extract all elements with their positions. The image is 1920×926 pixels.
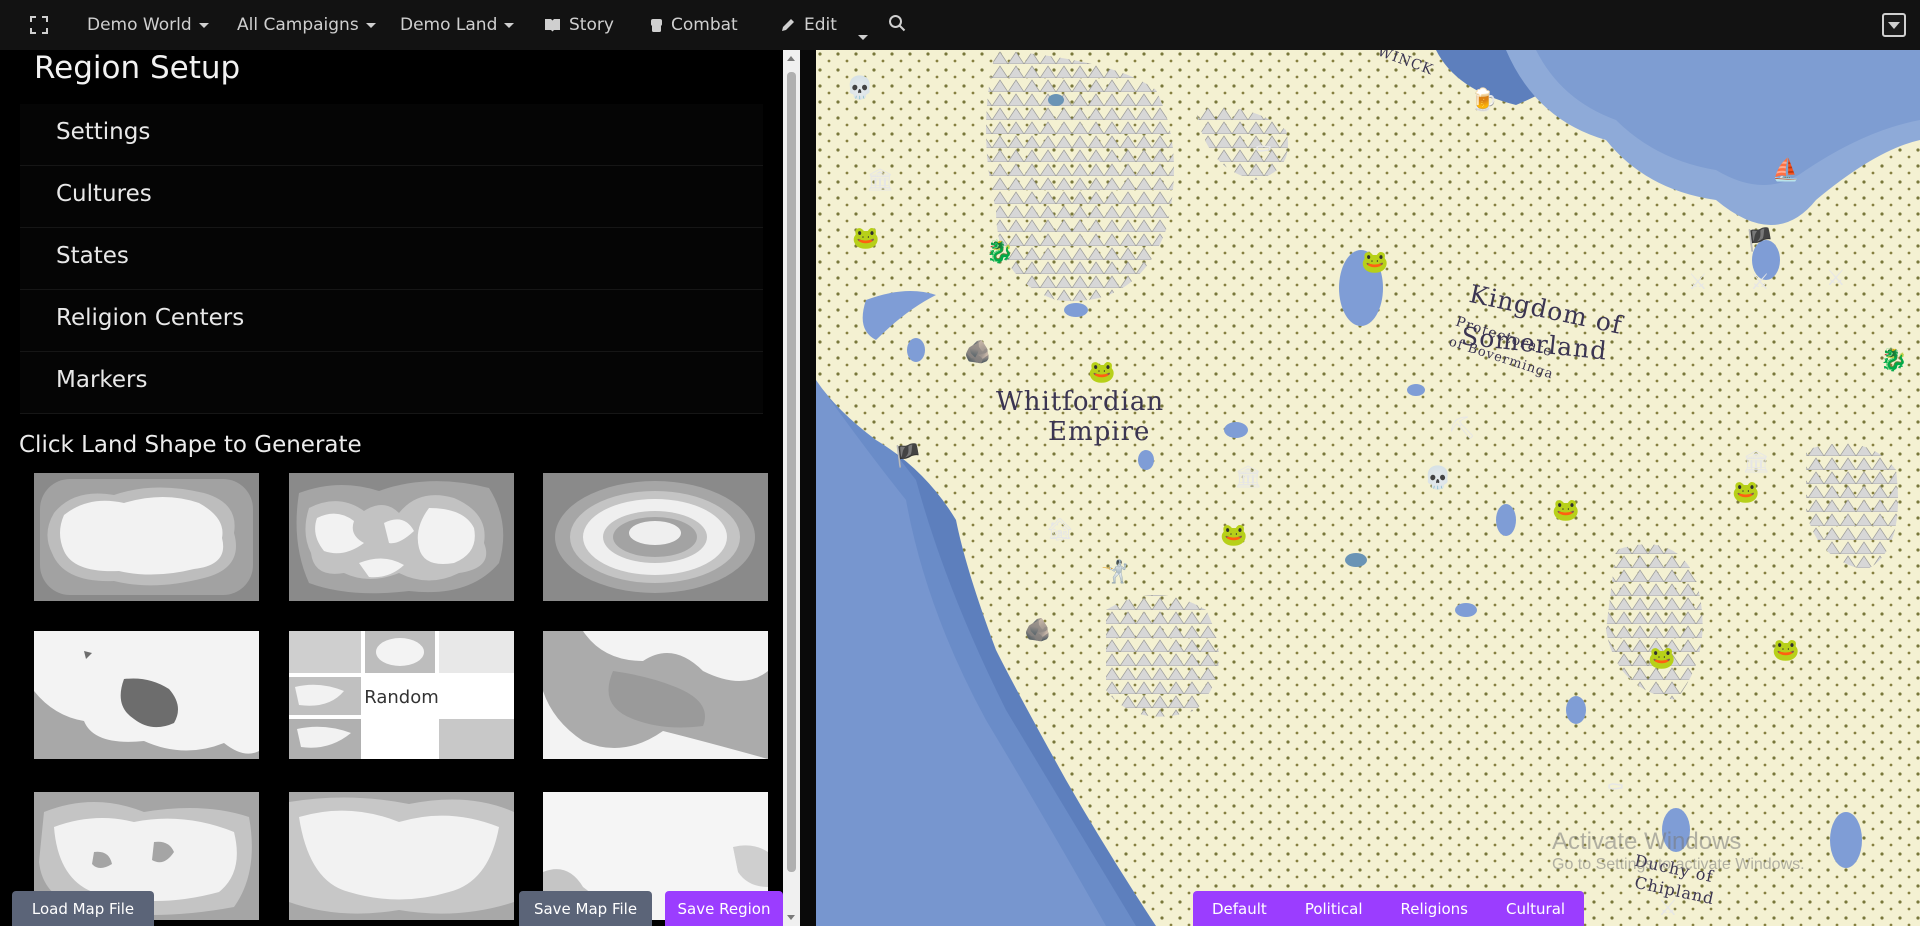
windows-activation-watermark: Activate Windows Go to Settings to activ… bbox=[1552, 828, 1805, 874]
scroll-thumb[interactable] bbox=[787, 72, 796, 872]
watermark-line2: Go to Settings to activate Windows. bbox=[1552, 856, 1805, 873]
save-map-file-button[interactable]: Save Map File bbox=[519, 891, 652, 926]
goblin-marker-icon[interactable]: 🐸 bbox=[1648, 648, 1675, 670]
goblin-marker-icon[interactable]: 🐸 bbox=[1732, 482, 1759, 504]
map-layer-toggle: Default Political Religions Cultural bbox=[1193, 891, 1585, 926]
land-dropdown-label: Demo Land bbox=[400, 15, 498, 35]
layer-default-button[interactable]: Default bbox=[1193, 891, 1286, 926]
accordion-label: Cultures bbox=[56, 181, 152, 207]
land-shape-atoll[interactable] bbox=[543, 473, 768, 601]
crossed-swords-marker-icon[interactable]: ⚔ bbox=[1750, 272, 1770, 294]
pencil-icon bbox=[780, 17, 796, 33]
split-divider[interactable] bbox=[800, 50, 816, 926]
generate-heading: Click Land Shape to Generate bbox=[19, 432, 362, 458]
combat-link[interactable]: Combat bbox=[650, 0, 738, 50]
search-button[interactable] bbox=[888, 0, 906, 50]
page-title: Region Setup bbox=[34, 50, 241, 86]
fist-icon bbox=[650, 17, 663, 33]
save-region-button[interactable]: Save Region bbox=[665, 891, 783, 926]
story-label: Story bbox=[569, 15, 614, 35]
dragon-marker-icon[interactable]: 🐉 bbox=[986, 242, 1013, 264]
random-shape-label: Random bbox=[364, 687, 439, 708]
chevron-down-icon bbox=[365, 22, 376, 28]
goblin-marker-icon[interactable]: 🐸 bbox=[852, 228, 879, 250]
layer-political-button[interactable]: Political bbox=[1286, 891, 1382, 926]
edit-label: Edit bbox=[804, 15, 837, 35]
accordion-label: Markers bbox=[56, 367, 148, 393]
goblin-marker-icon[interactable]: 🐸 bbox=[1088, 362, 1115, 384]
goblin-marker-icon[interactable]: 🐸 bbox=[1361, 252, 1388, 274]
campaigns-dropdown[interactable]: All Campaigns bbox=[237, 0, 376, 50]
fighter-marker-icon[interactable]: 🤺 bbox=[1101, 562, 1128, 584]
flag-marker-icon[interactable]: 🏴 bbox=[1746, 230, 1773, 252]
scroll-down-arrow-icon[interactable] bbox=[787, 915, 795, 920]
book-icon bbox=[544, 18, 561, 32]
stone-marker-icon[interactable]: 🪨 bbox=[964, 342, 991, 364]
land-shape-continent[interactable] bbox=[34, 473, 259, 601]
top-navbar: Demo World All Campaigns Demo Land Story… bbox=[0, 0, 1920, 50]
tombstone-marker-icon[interactable]: ⚰ bbox=[1254, 140, 1273, 162]
tombstone-marker-icon[interactable]: ⚰ bbox=[1606, 778, 1625, 800]
layer-cultural-button[interactable]: Cultural bbox=[1487, 891, 1584, 926]
skull-marker-icon[interactable]: 💀 bbox=[1424, 468, 1451, 490]
load-map-file-button[interactable]: Load Map File bbox=[12, 891, 154, 926]
accordion-states[interactable]: States bbox=[20, 228, 763, 290]
world-dropdown-label: Demo World bbox=[87, 15, 192, 35]
stone-marker-icon[interactable]: 🪨 bbox=[1024, 620, 1051, 642]
goblin-marker-icon[interactable]: 🐸 bbox=[1552, 500, 1579, 522]
gate-marker-icon[interactable]: 🏛 bbox=[866, 170, 894, 192]
map-label-whitfordian: Whitfordian bbox=[996, 387, 1165, 417]
accordion-cultures[interactable]: Cultures bbox=[20, 166, 763, 228]
dragon-marker-icon[interactable]: 🐉 bbox=[1880, 350, 1907, 372]
ship-marker-icon[interactable]: ⛵ bbox=[1772, 160, 1799, 182]
search-icon bbox=[888, 14, 906, 37]
world-dropdown[interactable]: Demo World bbox=[87, 0, 209, 50]
skull-marker-icon[interactable]: 💀 bbox=[846, 78, 873, 100]
pickaxe-marker-icon[interactable]: ⛏ bbox=[1448, 418, 1476, 440]
edit-dropdown[interactable]: Edit bbox=[780, 0, 837, 50]
region-setup-panel: Region Setup Settings Cultures States Re… bbox=[0, 50, 783, 926]
story-link[interactable]: Story bbox=[544, 0, 614, 50]
flag-marker-icon[interactable]: 🏴 bbox=[894, 446, 921, 468]
land-shape-islands[interactable] bbox=[289, 473, 514, 601]
castle-marker-icon[interactable]: 🏚 bbox=[1046, 520, 1074, 542]
panel-scrollbar[interactable] bbox=[783, 50, 800, 926]
gate-marker-icon[interactable]: 🏛 bbox=[1234, 467, 1262, 489]
watermark-line1: Activate Windows bbox=[1552, 828, 1742, 855]
accordion-religion-centers[interactable]: Religion Centers bbox=[20, 290, 763, 352]
crossed-swords-marker-icon[interactable]: ⚔ bbox=[1658, 898, 1678, 920]
campaigns-dropdown-label: All Campaigns bbox=[237, 15, 359, 35]
land-shape-plains[interactable] bbox=[34, 631, 259, 759]
chevron-down-icon bbox=[858, 34, 868, 40]
scroll-up-arrow-icon[interactable] bbox=[787, 56, 795, 61]
gate-marker-icon[interactable]: 🏛 bbox=[1742, 452, 1770, 474]
map-label-empire: Empire bbox=[1048, 417, 1151, 447]
accordion-label: States bbox=[56, 243, 129, 269]
goblin-marker-icon[interactable]: 🐸 bbox=[1220, 525, 1247, 547]
accordion-settings[interactable]: Settings bbox=[20, 104, 763, 166]
accordion-label: Religion Centers bbox=[56, 305, 245, 331]
beer-marker-icon[interactable]: 🍺 bbox=[1470, 90, 1497, 112]
land-shape-highlands[interactable] bbox=[289, 792, 514, 920]
world-map[interactable]: Whitfordian Empire Kingdom of Somerland … bbox=[816, 50, 1920, 926]
land-shape-inland-sea[interactable] bbox=[543, 631, 768, 759]
combat-label: Combat bbox=[671, 15, 738, 35]
chevron-down-icon bbox=[504, 22, 515, 28]
land-dropdown[interactable]: Demo Land bbox=[400, 0, 515, 50]
accordion-markers[interactable]: Markers bbox=[20, 352, 763, 414]
goblin-marker-icon[interactable]: 🐸 bbox=[1772, 640, 1799, 662]
layer-religions-button[interactable]: Religions bbox=[1382, 891, 1488, 926]
crossed-swords-marker-icon[interactable]: ⚔ bbox=[1826, 268, 1846, 290]
chevron-down-icon bbox=[198, 22, 209, 28]
accordion-label: Settings bbox=[56, 119, 151, 145]
fullscreen-icon[interactable] bbox=[30, 0, 48, 50]
land-shape-random[interactable]: Random bbox=[289, 631, 514, 759]
crossed-swords-marker-icon[interactable]: ⚔ bbox=[1688, 272, 1708, 294]
collapse-toggle-button[interactable] bbox=[1882, 13, 1906, 37]
